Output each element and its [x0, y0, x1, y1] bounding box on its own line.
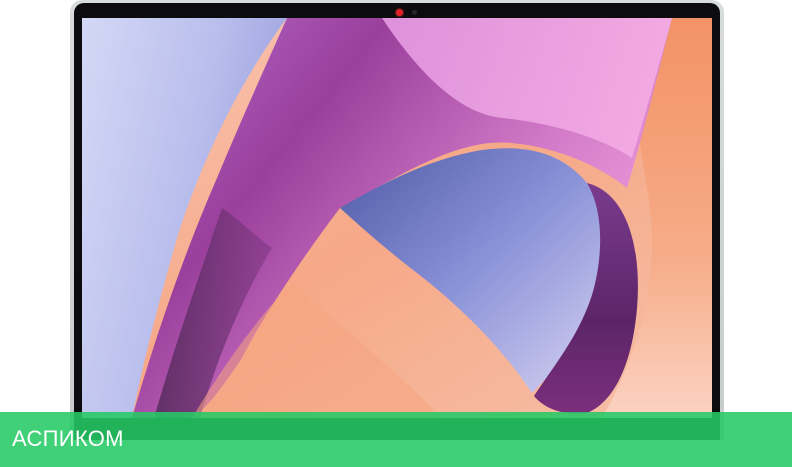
- webcam-icon: [412, 10, 417, 15]
- watermark-label: АСПИКОМ: [12, 426, 124, 451]
- camera-indicator-icon: [396, 9, 403, 16]
- display-wallpaper: [82, 18, 712, 418]
- laptop: [70, 0, 724, 440]
- wallpaper-illustration: [82, 18, 712, 418]
